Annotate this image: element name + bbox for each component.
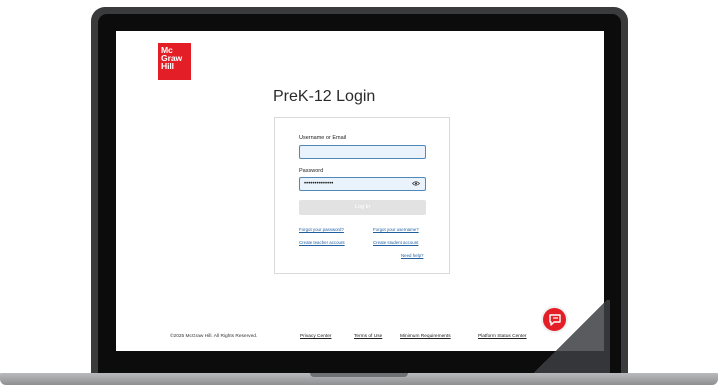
password-field[interactable]: •••••••••••••• [299, 177, 426, 191]
login-button[interactable]: Log In [299, 200, 426, 215]
login-card: Username or Email Password •••••••••••••… [274, 117, 450, 274]
password-value: •••••••••••••• [304, 181, 334, 187]
privacy-center-link[interactable]: Privacy Center [300, 334, 331, 339]
terms-of-use-link[interactable]: Terms of Use [354, 334, 382, 339]
password-label: Password [299, 168, 324, 174]
screen-reflection [530, 300, 610, 373]
forgot-password-link[interactable]: Forgot your password? [299, 227, 344, 232]
minimum-requirements-link[interactable]: Minimum Requirements [400, 334, 451, 339]
create-student-account-link[interactable]: Create student account [373, 240, 418, 245]
username-label: Username or Email [299, 135, 347, 141]
create-teacher-account-link[interactable]: Create teacher account [299, 240, 345, 245]
mcgraw-hill-logo[interactable]: Mc Graw Hill [158, 43, 191, 80]
username-field[interactable] [299, 145, 426, 159]
page-title: PreK-12 Login [273, 88, 376, 105]
need-help-link[interactable]: Need help? [401, 253, 423, 258]
logo-line-3: Hill [161, 61, 174, 71]
eye-icon[interactable] [412, 181, 420, 186]
laptop-base-notch [310, 373, 408, 377]
platform-status-center-link[interactable]: Platform Status Center [478, 334, 527, 339]
footer-copyright: ©2025 McGraw Hill. All Rights Reserved. [170, 334, 258, 339]
forgot-username-link[interactable]: Forgot your username? [373, 227, 419, 232]
